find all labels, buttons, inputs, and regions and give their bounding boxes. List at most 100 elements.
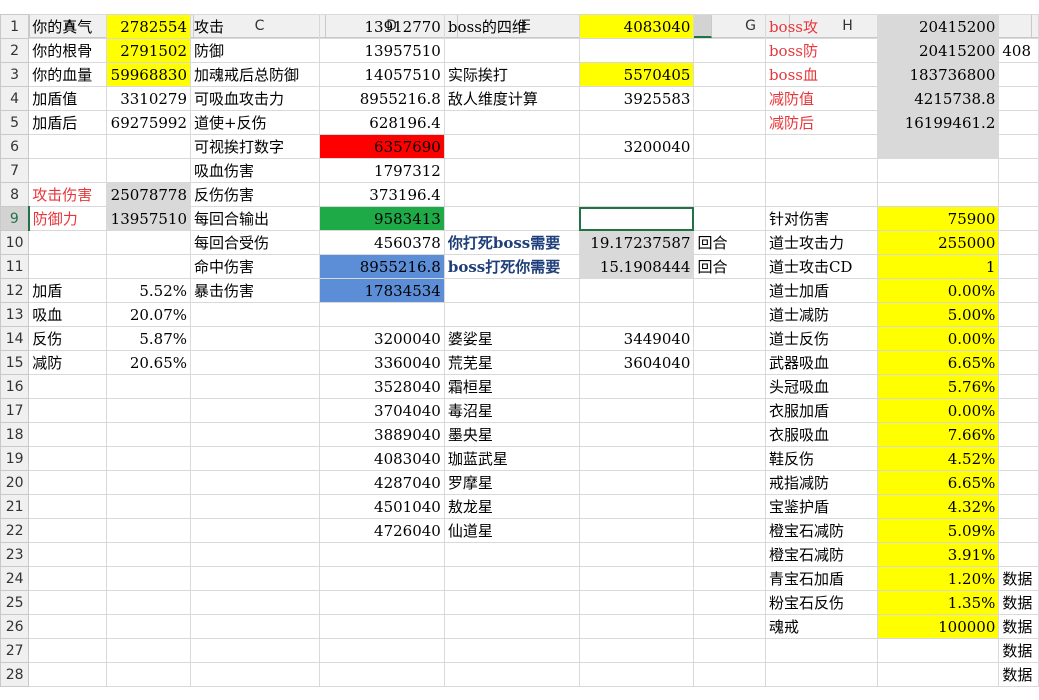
cell-f17[interactable] — [578, 398, 695, 423]
cell-h3[interactable]: boss血 — [764, 62, 878, 87]
cell-e8[interactable] — [443, 182, 580, 207]
cell-g2[interactable] — [693, 38, 766, 63]
cell-f12[interactable] — [578, 278, 695, 303]
cell-g13[interactable] — [693, 302, 766, 327]
cell-a4[interactable]: 加盾值 — [28, 86, 108, 111]
cell-h17[interactable]: 衣服加盾 — [764, 398, 878, 423]
cell-i10[interactable]: 255000 — [876, 230, 1000, 255]
cell-b9[interactable]: 13957510 — [106, 206, 192, 231]
cell-d21[interactable]: 4501040 — [318, 494, 445, 519]
cell-i23[interactable]: 3.91% — [876, 542, 1000, 567]
cell-b15[interactable]: 20.65% — [106, 350, 192, 375]
cell-g16[interactable] — [693, 374, 766, 399]
cell-a1[interactable]: 你的真气 — [28, 14, 108, 39]
cell-b6[interactable] — [106, 134, 192, 159]
cell-e27[interactable] — [443, 638, 580, 663]
cell-i1[interactable]: 20415200 — [876, 14, 1000, 39]
cell-j23[interactable] — [998, 542, 1039, 567]
cell-c22[interactable] — [190, 518, 320, 543]
cell-b18[interactable] — [106, 422, 192, 447]
cell-h22[interactable]: 橙宝石减防 — [764, 518, 878, 543]
cell-f2[interactable] — [578, 38, 695, 63]
cell-a9[interactable]: 防御力 — [28, 206, 108, 231]
cell-c26[interactable] — [190, 614, 320, 639]
cell-j5[interactable] — [998, 110, 1039, 135]
cell-a10[interactable] — [28, 230, 108, 255]
cell-i12[interactable]: 0.00% — [876, 278, 1000, 303]
cell-j12[interactable] — [998, 278, 1039, 303]
cell-b1[interactable]: 2782554 — [106, 14, 192, 39]
row-header[interactable]: 18 — [0, 422, 30, 447]
cell-g20[interactable] — [693, 470, 766, 495]
cell-h2[interactable]: boss防 — [764, 38, 878, 63]
cell-g21[interactable] — [693, 494, 766, 519]
row-header[interactable]: 10 — [0, 230, 30, 255]
cell-d25[interactable] — [318, 590, 445, 615]
cell-e14[interactable]: 婆娑星 — [443, 326, 580, 351]
row-header[interactable]: 5 — [0, 110, 30, 135]
cell-j15[interactable] — [998, 350, 1039, 375]
cell-g24[interactable] — [693, 566, 766, 591]
cell-c2[interactable]: 防御 — [190, 38, 320, 63]
cell-e26[interactable] — [443, 614, 580, 639]
cell-b17[interactable] — [106, 398, 192, 423]
cell-b19[interactable] — [106, 446, 192, 471]
cell-e21[interactable]: 敖龙星 — [443, 494, 580, 519]
cell-f24[interactable] — [578, 566, 695, 591]
cell-a27[interactable] — [28, 638, 108, 663]
cell-g11[interactable]: 回合 — [693, 254, 766, 279]
cell-c4[interactable]: 可吸血攻击力 — [190, 86, 320, 111]
cell-g6[interactable] — [693, 134, 766, 159]
cell-d12[interactable]: 17834534 — [318, 278, 445, 303]
cell-b26[interactable] — [106, 614, 192, 639]
cell-i26[interactable]: 100000 — [876, 614, 1000, 639]
cell-j13[interactable] — [998, 302, 1039, 327]
cell-i19[interactable]: 4.52% — [876, 446, 1000, 471]
cell-e5[interactable] — [443, 110, 580, 135]
cell-i13[interactable]: 5.00% — [876, 302, 1000, 327]
cell-j25[interactable]: 数据 — [998, 590, 1039, 615]
cell-i28[interactable] — [876, 662, 1000, 687]
cell-h7[interactable] — [764, 158, 878, 183]
cell-b4[interactable]: 3310279 — [106, 86, 192, 111]
cell-h4[interactable]: 减防值 — [764, 86, 878, 111]
row-header[interactable]: 12 — [0, 278, 30, 303]
cell-f20[interactable] — [578, 470, 695, 495]
cell-g4[interactable] — [693, 86, 766, 111]
cell-a13[interactable]: 吸血 — [28, 302, 108, 327]
cell-d17[interactable]: 3704040 — [318, 398, 445, 423]
cell-f23[interactable] — [578, 542, 695, 567]
cell-b8[interactable]: 25078778 — [106, 182, 192, 207]
cell-b25[interactable] — [106, 590, 192, 615]
cell-a3[interactable]: 你的血量 — [28, 62, 108, 87]
cell-h26[interactable]: 魂戒 — [764, 614, 878, 639]
cell-d4[interactable]: 8955216.8 — [318, 86, 445, 111]
cell-g23[interactable] — [693, 542, 766, 567]
row-header[interactable]: 9 — [0, 206, 30, 231]
cell-e4[interactable]: 敌人维度计算 — [443, 86, 580, 111]
cell-c12[interactable]: 暴击伤害 — [190, 278, 320, 303]
cell-h23[interactable]: 橙宝石减防 — [764, 542, 878, 567]
row-header[interactable]: 25 — [0, 590, 30, 615]
cell-i7[interactable] — [876, 158, 1000, 183]
cell-b10[interactable] — [106, 230, 192, 255]
cell-g25[interactable] — [693, 590, 766, 615]
cell-f21[interactable] — [578, 494, 695, 519]
cell-i22[interactable]: 5.09% — [876, 518, 1000, 543]
cell-f22[interactable] — [578, 518, 695, 543]
cell-b21[interactable] — [106, 494, 192, 519]
cell-d15[interactable]: 3360040 — [318, 350, 445, 375]
cell-h19[interactable]: 鞋反伤 — [764, 446, 878, 471]
cell-c25[interactable] — [190, 590, 320, 615]
cell-f1[interactable]: 4083040 — [578, 14, 695, 39]
cell-g15[interactable] — [693, 350, 766, 375]
cell-a7[interactable] — [28, 158, 108, 183]
cell-e1[interactable]: boss的四维 — [443, 14, 580, 39]
cell-h13[interactable]: 道士减防 — [764, 302, 878, 327]
cell-d28[interactable] — [318, 662, 445, 687]
cell-b27[interactable] — [106, 638, 192, 663]
cell-g17[interactable] — [693, 398, 766, 423]
cell-j18[interactable] — [998, 422, 1039, 447]
cell-f10[interactable]: 19.17237587 — [578, 230, 695, 255]
cell-i21[interactable]: 4.32% — [876, 494, 1000, 519]
